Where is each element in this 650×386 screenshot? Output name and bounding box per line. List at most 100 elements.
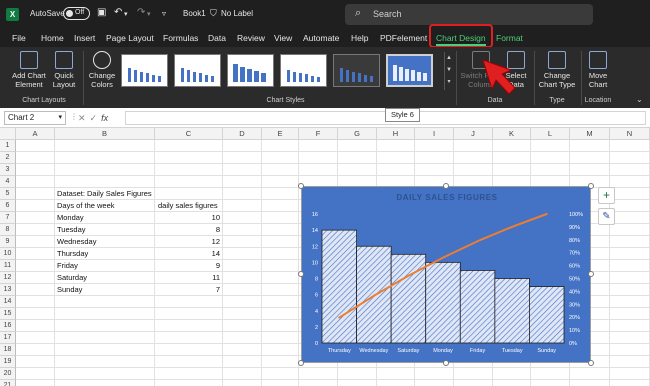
row-header-13[interactable]: 13 [0,284,16,296]
column-header-c[interactable]: C [155,128,223,140]
row-header-3[interactable]: 3 [0,164,16,176]
change-colors-button[interactable]: Change Colors [86,51,118,89]
row-header-10[interactable]: 10 [0,248,16,260]
tab-format[interactable]: Format [496,33,523,43]
redo-icon[interactable]: ↷ [137,7,145,18]
cancel-icon[interactable]: ✕ [78,113,90,123]
column-header-l[interactable]: L [531,128,570,140]
row-header-9[interactable]: 9 [0,236,16,248]
tab-home[interactable]: Home [41,33,64,43]
row-header-11[interactable]: 11 [0,260,16,272]
quick-layout-button[interactable]: Quick Layout [50,51,78,89]
column-header-j[interactable]: J [454,128,493,140]
header-sales-cell[interactable]: daily sales figures [158,200,218,212]
sales-cell[interactable]: 9 [158,260,220,272]
column-header-m[interactable]: M [570,128,610,140]
tab-view[interactable]: View [274,33,292,43]
resize-handle[interactable] [298,360,304,366]
resize-handle[interactable] [298,183,304,189]
resize-handle[interactable] [443,183,449,189]
chart-style-6[interactable] [386,54,433,87]
sales-cell[interactable]: 12 [158,236,220,248]
row-header-4[interactable]: 4 [0,176,16,188]
sales-cell[interactable]: 8 [158,224,220,236]
change-chart-type-button[interactable]: Change Chart Type [536,51,578,89]
column-header-d[interactable]: D [223,128,262,140]
autosave-toggle[interactable]: Off [63,7,90,20]
save-icon[interactable]: ▣ [97,7,106,18]
chart-elements-plus-icon[interactable]: + [598,187,615,204]
resize-handle[interactable] [298,271,304,277]
search-box[interactable]: ⌕ Search [345,4,593,25]
tab-file[interactable]: File [12,33,26,43]
customize-toolbar-icon[interactable]: ▿ [162,9,166,18]
column-header-b[interactable]: B [55,128,155,140]
undo-dropdown-icon[interactable]: ▾ [124,10,128,18]
tab-insert[interactable]: Insert [74,33,95,43]
row-header-2[interactable]: 2 [0,152,16,164]
day-cell[interactable]: Thursday [57,248,88,260]
column-header-f[interactable]: F [299,128,338,140]
day-cell[interactable]: Wednesday [57,236,96,248]
undo-icon[interactable]: ↶ [114,7,122,18]
row-header-8[interactable]: 8 [0,224,16,236]
column-header-g[interactable]: G [338,128,377,140]
row-header-21[interactable]: 21 [0,380,16,386]
redo-dropdown-icon[interactable]: ▾ [147,10,151,18]
header-days-cell[interactable]: Days of the week [57,200,115,212]
row-header-6[interactable]: 6 [0,200,16,212]
tab-page-layout[interactable]: Page Layout [106,33,154,43]
row-header-17[interactable]: 17 [0,332,16,344]
day-cell[interactable]: Sunday [57,284,82,296]
tab-help[interactable]: Help [351,33,368,43]
tab-pdfelement[interactable]: PDFelement [380,33,427,43]
sensitivity-label-icon[interactable]: ⛉ [210,8,217,19]
sales-cell[interactable]: 11 [158,272,220,284]
row-header-1[interactable]: 1 [0,140,16,152]
column-header-n[interactable]: N [610,128,650,140]
enter-icon[interactable]: ✓ [90,113,102,123]
gallery-more-icon[interactable]: ▾ [445,76,453,88]
add-chart-element-button[interactable]: Add Chart Element [8,51,50,89]
row-header-20[interactable]: 20 [0,368,16,380]
column-header-i[interactable]: I [415,128,454,140]
sensitivity-label[interactable]: No Label [221,9,253,18]
row-header-14[interactable]: 14 [0,296,16,308]
row-header-15[interactable]: 15 [0,308,16,320]
collapse-ribbon-icon[interactable]: ⌄ [636,95,643,104]
row-header-19[interactable]: 19 [0,356,16,368]
tab-review[interactable]: Review [237,33,265,43]
resize-handle[interactable] [588,183,594,189]
tab-automate[interactable]: Automate [303,33,339,43]
insert-function-icon[interactable]: fx [101,113,108,123]
row-header-7[interactable]: 7 [0,212,16,224]
column-header-h[interactable]: H [377,128,415,140]
row-header-18[interactable]: 18 [0,344,16,356]
tab-formulas[interactable]: Formulas [163,33,198,43]
name-box[interactable]: Chart 2 ▾ [4,111,66,125]
chart-style-3[interactable] [227,54,274,87]
column-header-k[interactable]: K [493,128,531,140]
dataset-title-cell[interactable]: Dataset: Daily Sales Figures [57,188,152,200]
tab-data[interactable]: Data [208,33,226,43]
gallery-scroll[interactable]: ▲ ▼ ▾ [444,52,453,90]
sales-cell[interactable]: 14 [158,248,220,260]
move-chart-button[interactable]: Move Chart [583,51,613,89]
chart-style-2[interactable] [174,54,221,87]
gallery-down-icon[interactable]: ▼ [445,64,453,76]
day-cell[interactable]: Tuesday [57,224,86,236]
chart-styles-brush-icon[interactable]: ✎ [598,208,615,225]
column-header-a[interactable]: A [16,128,55,140]
select-all-corner[interactable] [0,128,16,140]
day-cell[interactable]: Monday [57,212,84,224]
resize-handle[interactable] [588,271,594,277]
name-box-dropdown-icon[interactable]: ▾ [58,112,62,124]
resize-handle[interactable] [443,360,449,366]
chart-style-4[interactable] [280,54,327,87]
day-cell[interactable]: Saturday [57,272,87,284]
sales-cell[interactable]: 7 [158,284,220,296]
row-header-16[interactable]: 16 [0,320,16,332]
resize-handle[interactable] [588,360,594,366]
sales-cell[interactable]: 10 [158,212,220,224]
row-header-5[interactable]: 5 [0,188,16,200]
